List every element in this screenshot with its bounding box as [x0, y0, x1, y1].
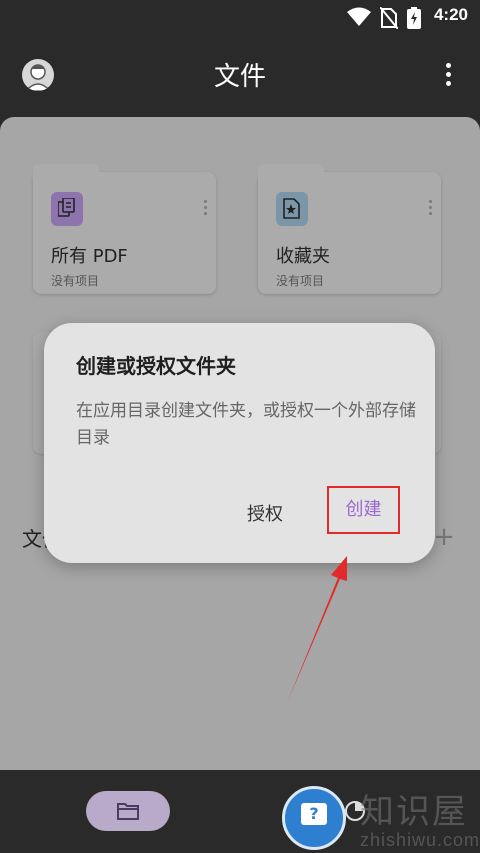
- watermark: ? 知识屋 zhishiwu.com: [282, 782, 480, 853]
- app-bar: 文件: [0, 34, 480, 116]
- create-button[interactable]: 创建: [327, 486, 400, 534]
- card-favorites[interactable]: 收藏夹 没有项目: [258, 164, 441, 294]
- more-vertical-icon[interactable]: [434, 60, 462, 90]
- dialog-title: 创建或授权文件夹: [76, 354, 236, 378]
- card-subtitle: 没有项目: [51, 274, 100, 288]
- status-bar: 4:20: [0, 0, 480, 34]
- nav-files-button[interactable]: [86, 791, 170, 831]
- folder-icon: [117, 803, 139, 820]
- status-time: 4:20: [433, 5, 468, 24]
- watermark-cn: 知识屋: [360, 792, 468, 832]
- watermark-en: zhishiwu.com: [360, 830, 480, 850]
- pdf-documents-icon: [51, 192, 83, 226]
- no-sim-icon: [380, 7, 398, 29]
- watermark-logo: ?: [282, 786, 346, 850]
- page-title: 文件: [213, 62, 266, 92]
- battery-charging-icon: [407, 7, 421, 29]
- card-menu-icon[interactable]: [427, 200, 433, 218]
- card-subtitle: 没有项目: [276, 274, 325, 288]
- card-title: 收藏夹: [276, 246, 330, 267]
- authorize-button[interactable]: 授权: [247, 500, 283, 526]
- card-title: 所有 PDF: [51, 246, 128, 267]
- wifi-icon: [347, 7, 371, 26]
- card-all-pdf[interactable]: 所有 PDF 没有项目: [33, 164, 216, 294]
- card-menu-icon[interactable]: [202, 200, 208, 218]
- create-authorize-dialog: 创建或授权文件夹 在应用目录创建文件夹，或授权一个外部存储目录 授权 创建: [44, 323, 435, 563]
- starred-document-icon: [276, 192, 308, 226]
- dialog-message: 在应用目录创建文件夹，或授权一个外部存储目录: [76, 401, 416, 448]
